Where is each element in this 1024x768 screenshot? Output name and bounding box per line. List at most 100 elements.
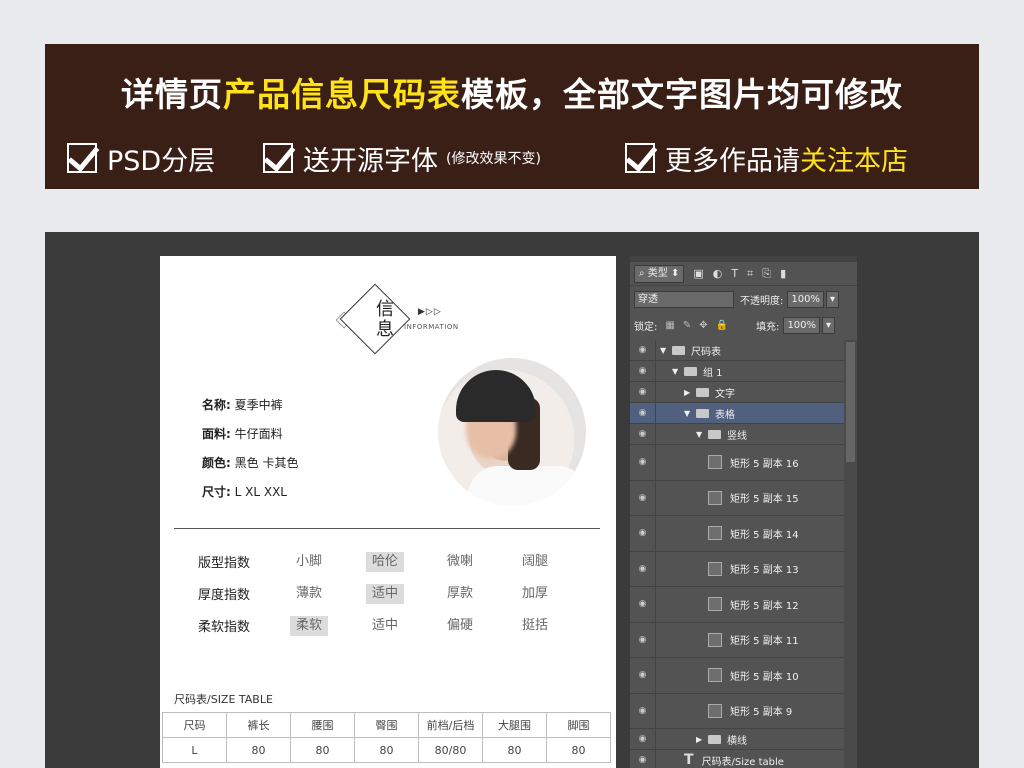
layer-row[interactable]: ◉ ▶ 横线 [630, 729, 844, 750]
scroll-thumb[interactable] [846, 342, 855, 462]
index-option: 加厚 [521, 586, 548, 601]
layer-name: 矩形 5 副本 14 [730, 529, 799, 541]
visibility-eye-icon[interactable]: ◉ [630, 729, 656, 749]
info-row-fabric: 面料: 牛仔面料 [202, 427, 283, 441]
layer-row[interactable]: ◉ 矩形 5 副本 13 [630, 551, 844, 587]
visibility-eye-icon[interactable]: ◉ [630, 424, 656, 444]
collapse-arrow-icon[interactable]: ▼ [696, 430, 706, 439]
layer-list: ◉ ▼ 尺码表 ◉ ▼ 组 1 ◉ ▶ 文字 ◉ ▼ 表格 ◉ ▼ 竖线 ◉ 矩形 5 副本 16 ◉ 矩形 5 副… [630, 340, 844, 768]
visibility-eye-icon[interactable]: ◉ [630, 693, 656, 728]
layer-row[interactable]: ◉ ▼ 尺码表 [630, 340, 844, 361]
fill-field[interactable]: 100% [783, 316, 821, 334]
info-row-name: 名称: 夏季中裤 [202, 398, 283, 412]
filter-type-dropdown[interactable]: ⌕ 类型 ⬍ [634, 264, 685, 283]
layer-row[interactable]: ◉ 矩形 5 副本 14 [630, 516, 844, 552]
layer-row[interactable]: ◉ 矩形 5 副本 15 [630, 480, 844, 516]
shape-thumbnail-icon [708, 490, 722, 505]
layer-row[interactable]: ◉ 矩形 5 副本 12 [630, 587, 844, 623]
blend-row: 穿透 不透明度: 100% ▾ [630, 286, 857, 312]
visibility-eye-icon[interactable]: ◉ [630, 622, 656, 657]
visibility-eye-icon[interactable]: ◉ [630, 551, 656, 586]
collapse-arrow-icon[interactable]: ▼ [684, 409, 694, 418]
text-filter-icon[interactable]: T [731, 267, 738, 280]
folder-icon [696, 387, 709, 397]
visibility-eye-icon[interactable]: ◉ [630, 361, 656, 381]
index-option: 厚款 [446, 586, 473, 601]
logo-en-text: INFORMATION [404, 323, 459, 331]
layer-row[interactable]: ◉ 矩形 5 副本 16 [630, 445, 844, 481]
layer-name: 矩形 5 副本 10 [730, 671, 799, 683]
folder-icon [708, 429, 721, 439]
layer-row[interactable]: ◉ T 尺码表/Size table [630, 750, 844, 768]
index-option-selected: 哈伦 [366, 552, 404, 572]
smart-object-filter-icon[interactable]: ⎘ [762, 267, 771, 281]
feature-shop: 更多作品请关注本店 [625, 140, 908, 177]
lock-pixels-icon[interactable]: ✎ [683, 320, 691, 331]
layer-name: 矩形 5 副本 13 [730, 565, 799, 577]
layer-row[interactable]: ◉ ▼ 表格 [630, 403, 844, 424]
index-option: 挺括 [521, 618, 548, 633]
expand-arrow-icon[interactable]: ▶ [684, 388, 694, 397]
collapse-arrow-icon[interactable]: ▼ [660, 346, 670, 355]
visibility-eye-icon[interactable]: ◉ [630, 340, 656, 360]
info-row-color: 颜色: 黑色 卡其色 [202, 456, 299, 470]
visibility-eye-icon[interactable]: ◉ [630, 516, 656, 551]
layer-name: 尺码表/Size table [701, 756, 784, 768]
layer-row[interactable]: ◉ 矩形 5 副本 11 [630, 622, 844, 658]
layers-scrollbar[interactable] [844, 340, 857, 768]
feature-row: PSD分层 送开源字体 (修改效果不变) 更多作品请关注本店 [67, 140, 967, 177]
folder-icon [696, 408, 709, 418]
shape-thumbnail-icon [708, 561, 722, 576]
opacity-field[interactable]: 100% [787, 290, 824, 308]
checkmark-icon [625, 143, 655, 173]
shape-filter-icon[interactable]: ⌗ [747, 267, 753, 281]
lock-transparent-icon[interactable]: ▦ [665, 320, 674, 331]
layer-name: 文字 [715, 388, 735, 400]
shape-thumbnail-icon [708, 632, 722, 647]
lock-position-icon[interactable]: ✥ [699, 320, 707, 331]
layer-row[interactable]: ◉ 矩形 5 副本 9 [630, 693, 844, 729]
lock-all-icon[interactable]: 🔒 [716, 320, 728, 331]
opacity-dropdown-icon[interactable]: ▾ [825, 290, 839, 308]
banner-title: 详情页产品信息尺码表模板，全部文字图片均可修改 [121, 75, 903, 114]
visibility-eye-icon[interactable]: ◉ [630, 382, 656, 402]
visibility-eye-icon[interactable]: ◉ [630, 403, 656, 423]
visibility-eye-icon[interactable]: ◉ [630, 750, 656, 768]
layer-name: 尺码表 [691, 346, 721, 358]
visibility-eye-icon[interactable]: ◉ [630, 480, 656, 515]
index-option: 阔腿 [521, 554, 548, 569]
layer-row[interactable]: ◉ 矩形 5 副本 10 [630, 658, 844, 694]
shape-thumbnail-icon [708, 703, 722, 718]
index-option: 适中 [371, 618, 398, 633]
visibility-eye-icon[interactable]: ◉ [630, 587, 656, 622]
index-option-selected: 适中 [366, 584, 404, 604]
checkmark-icon [67, 143, 97, 173]
visibility-eye-icon[interactable]: ◉ [630, 445, 656, 480]
layer-row[interactable]: ◉ ▼ 竖线 [630, 424, 844, 445]
filter-toggle-icon[interactable]: ▮ [780, 267, 786, 280]
shape-thumbnail-icon [708, 526, 722, 541]
divider [174, 528, 600, 529]
document-canvas[interactable]: 信 息 ▶▷▷ INFORMATION 名称: 夏季中裤 面料: 牛仔面料 颜色… [160, 256, 616, 768]
adjustment-filter-icon[interactable]: ◐ [713, 267, 723, 280]
blend-mode-dropdown[interactable]: 穿透 [634, 290, 734, 308]
folder-icon [684, 366, 697, 376]
index-option: 小脚 [295, 554, 322, 569]
logo-char-2: 息 [376, 319, 394, 340]
image-filter-icon[interactable]: ▣ [693, 267, 703, 280]
expand-arrow-icon[interactable]: ▶ [696, 735, 706, 744]
index-option-selected: 柔软 [290, 616, 328, 636]
layer-name: 组 1 [703, 367, 723, 379]
info-row-size: 尺寸: L XL XXL [202, 485, 287, 499]
product-info: 名称: 夏季中裤 面料: 牛仔面料 颜色: 黑色 卡其色 尺寸: L XL XX… [202, 396, 298, 512]
layer-name: 矩形 5 副本 9 [730, 707, 793, 719]
feature-psd: PSD分层 [67, 140, 215, 177]
editor-workspace: 信 息 ▶▷▷ INFORMATION 名称: 夏季中裤 面料: 牛仔面料 颜色… [45, 232, 979, 768]
visibility-eye-icon[interactable]: ◉ [630, 658, 656, 693]
layer-row[interactable]: ◉ ▼ 组 1 [630, 361, 844, 382]
feature-font: 送开源字体 (修改效果不变) [263, 140, 541, 177]
index-option: 薄款 [295, 586, 322, 601]
collapse-arrow-icon[interactable]: ▼ [672, 367, 682, 376]
layer-row[interactable]: ◉ ▶ 文字 [630, 382, 844, 403]
fill-dropdown-icon[interactable]: ▾ [822, 316, 836, 334]
